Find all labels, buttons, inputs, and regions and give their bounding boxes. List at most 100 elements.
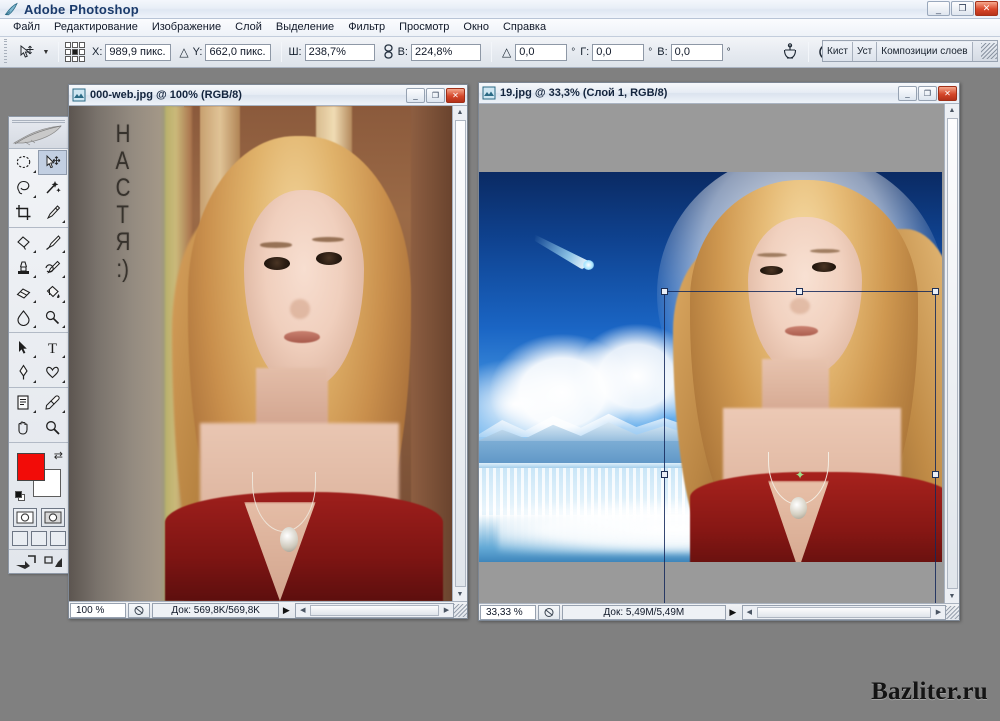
flyout-triangle-icon[interactable] [62,380,65,383]
menu-file[interactable]: Файл [6,19,47,36]
flyout-triangle-icon[interactable] [33,325,36,328]
type-tool[interactable]: T [38,335,67,360]
standard-screen-mode-button[interactable] [12,531,28,546]
document-vertical-scrollbar[interactable]: ▲ ▼ [452,106,467,601]
flyout-triangle-icon[interactable] [33,170,36,173]
relative-position-triangle-icon[interactable]: △ [179,45,188,59]
scroll-up-arrow-icon[interactable]: ▲ [454,106,467,119]
standard-mode-button[interactable] [13,508,37,527]
full-screen-button[interactable] [50,531,66,546]
scroll-down-arrow-icon[interactable]: ▼ [946,590,959,603]
palette-tab-brushes[interactable]: Кист [823,42,853,61]
lasso-tool[interactable] [9,175,38,200]
zoom-level-input[interactable]: 33,33 % [480,605,536,620]
flyout-triangle-icon[interactable] [62,300,65,303]
crop-tool[interactable] [9,200,38,225]
marquee-tool[interactable] [9,150,38,175]
ref-point-mr[interactable] [79,49,85,55]
scroll-down-arrow-icon[interactable]: ▼ [454,588,467,601]
foreground-color-swatch[interactable] [17,453,45,481]
palette-well-resize-grip-icon[interactable] [981,43,997,59]
window-resize-grip-icon[interactable] [454,604,467,617]
scroll-right-arrow-icon[interactable]: ▶ [440,604,453,617]
reference-point-grid[interactable] [65,42,85,62]
link-chain-icon[interactable] [383,44,394,60]
menu-filter[interactable]: Фильтр [341,19,392,36]
palette-tab-presets[interactable]: Уст [853,42,877,61]
flyout-triangle-icon[interactable] [33,355,36,358]
ref-point-tr[interactable] [79,42,85,48]
flyout-triangle-icon[interactable] [33,410,36,413]
active-tool-preview-move-tool-icon[interactable] [14,40,40,64]
brush-tool[interactable] [38,230,67,255]
paint-bucket-tool[interactable] [38,280,67,305]
ref-point-br[interactable] [79,56,85,62]
palette-tab-layer-comps[interactable]: Композиции слоев [877,42,972,61]
proof-preview-icon[interactable] [538,605,560,620]
hand-tool[interactable] [9,415,38,440]
flyout-triangle-icon[interactable] [62,220,65,223]
vertical-scroll-thumb[interactable] [947,118,958,589]
menu-view[interactable]: Просмотр [392,19,456,36]
custom-shape-tool[interactable] [38,360,67,385]
vertical-scroll-thumb[interactable] [455,120,466,587]
document-vertical-scrollbar[interactable]: ▲ ▼ [944,104,959,603]
horizontal-scroll-thumb[interactable] [757,607,931,618]
default-colors-icon[interactable] [15,491,26,502]
warp-icon[interactable] [778,40,802,64]
tool-preset-chevron-down-icon[interactable]: ▼ [40,40,52,64]
flyout-triangle-icon[interactable] [62,275,65,278]
scroll-left-arrow-icon[interactable]: ◀ [296,604,309,617]
flyout-triangle-icon[interactable] [33,250,36,253]
scroll-right-arrow-icon[interactable]: ▶ [932,606,945,619]
blur-tool[interactable] [9,305,38,330]
clone-stamp-tool[interactable] [9,255,38,280]
pen-tool[interactable] [9,360,38,385]
jump-to-icon[interactable] [15,554,37,569]
document-title-bar[interactable]: 000-web.jpg @ 100% (RGB/8) _ ❐ ✕ [69,85,467,106]
status-menu-arrow-icon[interactable]: ▶ [279,603,293,618]
imageready-jump-icon[interactable] [43,554,63,569]
menu-select[interactable]: Выделение [269,19,341,36]
flyout-triangle-icon[interactable] [62,355,65,358]
full-screen-menubar-button[interactable] [31,531,47,546]
skew-horizontal-input[interactable]: 0,0 [592,44,644,61]
minimize-button[interactable]: _ [927,1,950,16]
menu-layer[interactable]: Слой [228,19,269,36]
document-title-bar[interactable]: 19.jpg @ 33,3% (Слой 1, RGB/8) _ ❐ ✕ [479,83,959,104]
horizontal-scroll-thumb[interactable] [310,605,439,616]
doc-close-button[interactable]: ✕ [446,88,465,103]
zoom-level-input[interactable]: 100 % [70,603,126,618]
menu-image[interactable]: Изображение [145,19,228,36]
y-position-input[interactable]: 662,0 пикс. [205,44,271,61]
doc-maximize-button[interactable]: ❐ [426,88,445,103]
ref-point-center[interactable] [72,49,78,55]
flyout-triangle-icon[interactable] [62,250,65,253]
zoom-tool[interactable] [38,415,67,440]
options-bar-grip[interactable] [1,39,10,65]
path-selection-tool[interactable] [9,335,38,360]
flyout-triangle-icon[interactable] [62,410,65,413]
palette-well[interactable]: Кист Уст Композиции слоев [822,40,998,62]
ref-point-bl[interactable] [65,56,71,62]
document-horizontal-scrollbar[interactable]: ◀ ▶ [742,605,946,620]
history-brush-tool[interactable] [38,255,67,280]
menu-help[interactable]: Справка [496,19,553,36]
move-tool[interactable] [38,150,67,175]
dodge-tool[interactable] [38,305,67,330]
skew-vertical-input[interactable]: 0,0 [671,44,723,61]
ref-point-ml[interactable] [65,49,71,55]
magic-wand-tool[interactable] [38,175,67,200]
flyout-triangle-icon[interactable] [33,380,36,383]
scroll-left-arrow-icon[interactable]: ◀ [743,606,756,619]
slice-tool[interactable] [38,200,67,225]
flyout-triangle-icon[interactable] [33,275,36,278]
eyedropper-tool[interactable] [38,390,67,415]
notes-tool[interactable] [9,390,38,415]
document-horizontal-scrollbar[interactable]: ◀ ▶ [295,603,454,618]
ref-point-tc[interactable] [72,42,78,48]
maximize-button[interactable]: ❐ [951,1,974,16]
doc-minimize-button[interactable]: _ [406,88,425,103]
quick-mask-mode-button[interactable] [41,508,65,527]
doc-close-button[interactable]: ✕ [938,86,957,101]
